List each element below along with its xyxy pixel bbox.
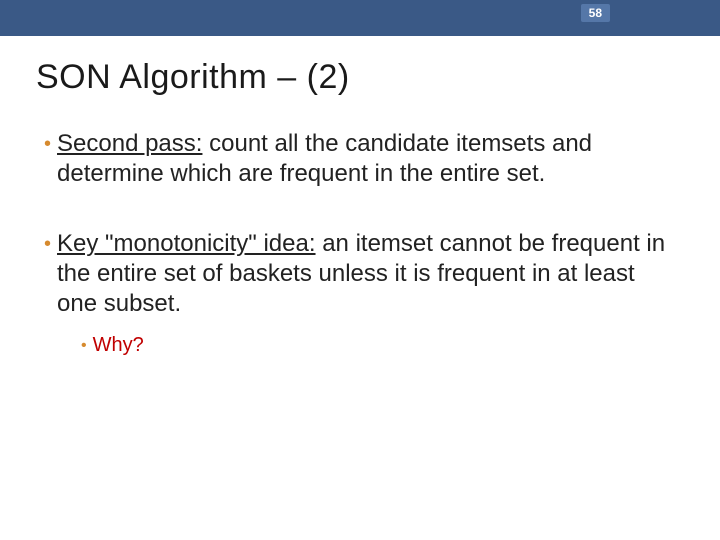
- header-bar: 58: [0, 0, 720, 36]
- slide-title: SON Algorithm – (2): [36, 58, 720, 97]
- bullet-icon: •: [44, 129, 51, 189]
- bullet-text: Key "monotonicity" idea: an itemset cann…: [57, 229, 672, 359]
- slide-body: • Second pass: count all the candidate i…: [44, 129, 672, 359]
- bullet-text: Second pass: count all the candidate ite…: [57, 129, 672, 189]
- bullet-lead: Key "monotonicity" idea:: [57, 230, 316, 257]
- sub-bullet-text: Why?: [93, 333, 672, 359]
- page-number: 58: [581, 4, 610, 22]
- bullet-lead: Second pass:: [57, 130, 202, 157]
- bullet-item: • Key "monotonicity" idea: an itemset ca…: [44, 229, 672, 359]
- bullet-icon: •: [44, 229, 51, 359]
- bullet-item: • Second pass: count all the candidate i…: [44, 129, 672, 189]
- bullet-icon: •: [81, 333, 87, 359]
- slide: 58 SON Algorithm – (2) • Second pass: co…: [0, 0, 720, 540]
- sub-bullet-item: • Why?: [81, 333, 672, 359]
